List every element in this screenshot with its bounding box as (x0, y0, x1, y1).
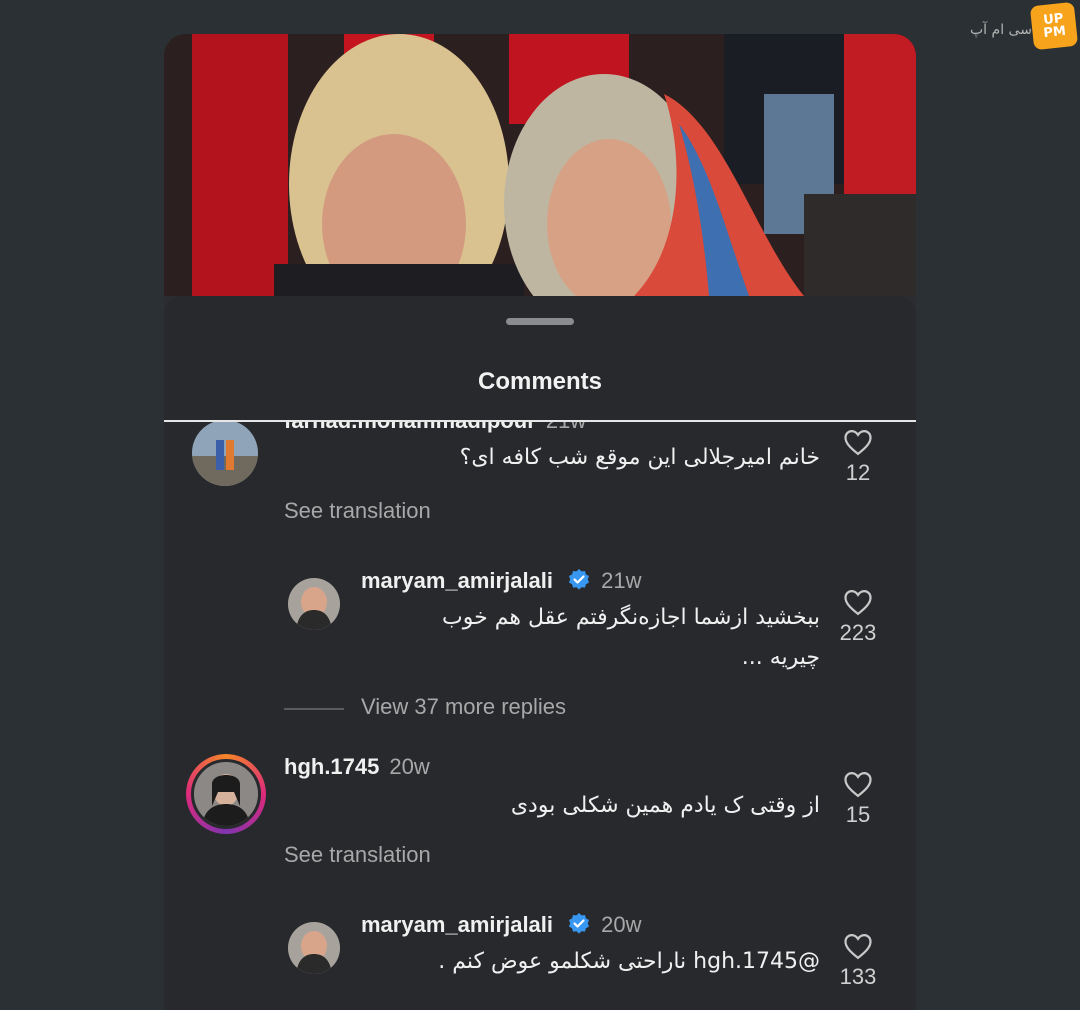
post-photo (164, 34, 916, 296)
like-count: 133 (839, 964, 877, 989)
comments-sheet: Comments farhad.mohammadipour 21w خانم ام… (164, 296, 916, 1010)
like-button[interactable]: 223 (838, 588, 878, 646)
username-text[interactable]: maryam_amirjalali (361, 568, 553, 593)
watermark: سی ام آپ UP PM (970, 1, 1079, 52)
view-more-line (284, 708, 344, 710)
avatar[interactable] (288, 922, 340, 974)
comment-text: از وقتی ک یادم همین شکلی بودی (510, 793, 820, 818)
see-translation-link[interactable]: See translation (284, 842, 431, 868)
username-text[interactable]: hgh.1745 (284, 754, 379, 779)
verified-badge-icon (569, 913, 590, 934)
heart-icon (844, 771, 872, 798)
drag-handle[interactable] (506, 318, 574, 325)
reply-text: ببخشید ازشما اجازه‌نگرفتم عقل هم خوب چیر… (442, 605, 820, 670)
reply-username[interactable]: maryam_amirjalali 21w (361, 568, 642, 594)
watermark-logo-text: UP PM (1042, 11, 1067, 42)
post-photo-image (164, 34, 916, 296)
reply-time: 20w (601, 912, 642, 937)
avatar[interactable] (192, 422, 258, 486)
view-more-replies-button[interactable]: View 37 more replies (361, 694, 566, 720)
like-count: 12 (845, 460, 871, 485)
sheet-title: Comments (477, 368, 603, 395)
comment-username[interactable]: farhad.mohammadipour 21w (284, 422, 586, 434)
comment-time: 21w (546, 422, 586, 433)
avatar[interactable] (191, 759, 261, 829)
like-count: 223 (839, 620, 877, 645)
like-count: 15 (845, 802, 871, 827)
username-text[interactable]: maryam_amirjalali (361, 912, 553, 937)
like-button[interactable]: 12 (838, 428, 878, 486)
see-translation-link[interactable]: See translation (284, 498, 431, 524)
reply-text: @hgh.1745 ناراحتی شکلمو عوض کنم . (438, 949, 820, 974)
like-button[interactable]: 133 (838, 932, 878, 990)
comments-list[interactable]: farhad.mohammadipour 21w خانم امیرجلالی ا… (164, 422, 916, 1010)
heart-icon (844, 429, 872, 456)
heart-icon (844, 933, 872, 960)
heart-icon (844, 589, 872, 616)
like-button[interactable]: 15 (838, 770, 878, 828)
reply-username[interactable]: maryam_amirjalali 20w (361, 912, 642, 938)
reply-time: 21w (601, 568, 642, 593)
comment-username[interactable]: hgh.1745 20w (284, 754, 430, 780)
verified-badge-icon (569, 569, 590, 590)
comment-text: خانم امیرجلالی این موقع شب کافه ای؟ (459, 445, 820, 470)
phone-screen: Comments farhad.mohammadipour 21w خانم ام… (164, 34, 916, 1010)
comment-time: 20w (389, 754, 430, 779)
watermark-logo: UP PM (1029, 1, 1079, 51)
watermark-text: سی ام آپ (970, 22, 1032, 38)
username-text[interactable]: farhad.mohammadipour (284, 422, 536, 433)
avatar[interactable] (288, 578, 340, 630)
